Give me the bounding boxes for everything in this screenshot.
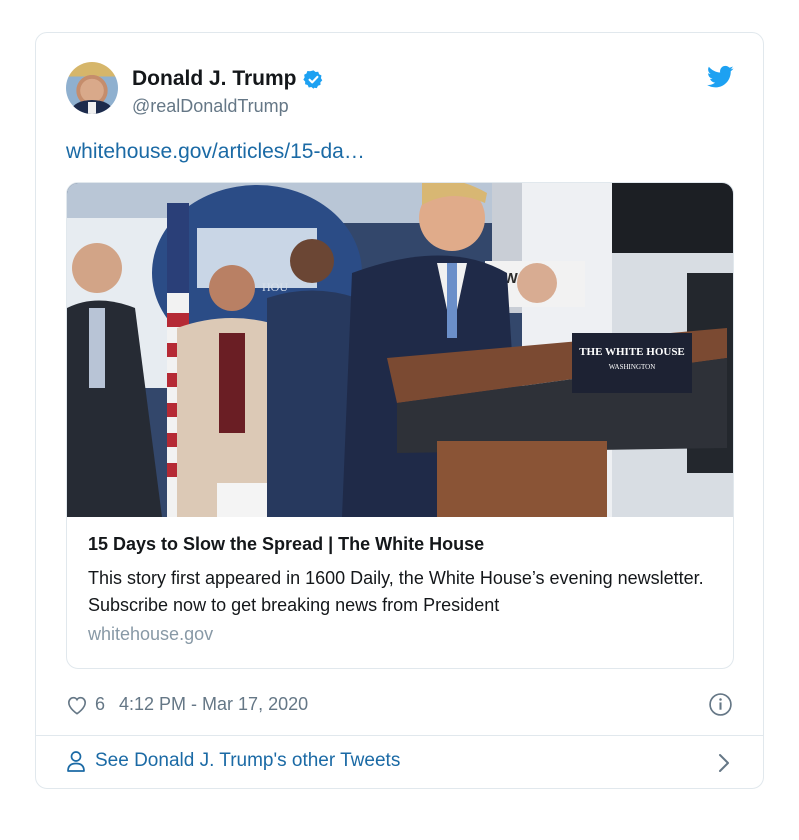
photo-flag-stripe — [167, 313, 189, 327]
card-description[interactable]: This story first appeared in 1600 Daily,… — [88, 565, 712, 619]
avatar-shirt — [88, 102, 96, 114]
photo-camera-rig — [612, 183, 733, 253]
chevron-right-icon[interactable] — [717, 753, 731, 773]
card-image[interactable]: HOU OW — [67, 183, 733, 517]
photo-person-2-blouse — [219, 333, 245, 433]
photo-podium-sign-line2: WASHINGTON — [609, 363, 656, 371]
verified-badge-icon — [302, 69, 322, 89]
photo-person-3-head — [290, 239, 334, 283]
photo-person-4-tie — [447, 263, 457, 338]
embedded-tweet[interactable]: Donald J. Trump @realDonaldTrump whiteho… — [35, 32, 764, 789]
author-display-name[interactable]: Donald J. Trump — [132, 67, 297, 91]
card-body[interactable]: 15 Days to Slow the Spread | The White H… — [67, 517, 733, 645]
article-link[interactable]: whitehouse.gov/articles/15-da… — [66, 140, 365, 164]
photo-person-2-head — [209, 265, 255, 311]
link-preview-card[interactable]: HOU OW — [66, 182, 734, 669]
see-other-tweets-link[interactable]: See Donald J. Trump's other Tweets — [66, 750, 400, 772]
author-name-row[interactable]: Donald J. Trump — [132, 67, 324, 91]
press-briefing-photo: HOU OW — [67, 183, 733, 517]
tweet-meta: 6 4:12 PM - Mar 17, 2020 — [66, 694, 308, 715]
photo-person-1-shirt — [89, 308, 105, 388]
photo-person-1-head — [72, 243, 122, 293]
photo-flag-canton — [167, 203, 189, 293]
photo-podium-base — [437, 441, 607, 517]
author-handle[interactable]: @realDonaldTrump — [132, 96, 324, 117]
author-block[interactable]: Donald J. Trump @realDonaldTrump — [132, 67, 324, 117]
see-other-tweets-label[interactable]: See Donald J. Trump's other Tweets — [95, 750, 400, 772]
photo-backdrop-text: HOU — [262, 280, 288, 294]
divider — [36, 735, 763, 736]
card-title[interactable]: 15 Days to Slow the Spread | The White H… — [88, 534, 712, 555]
info-icon[interactable] — [708, 692, 733, 717]
card-domain[interactable]: whitehouse.gov — [88, 624, 712, 645]
person-icon — [67, 751, 85, 772]
timestamp[interactable]: 4:12 PM - Mar 17, 2020 — [119, 694, 308, 715]
photo-person-5-head — [517, 263, 557, 303]
photo-podium-sign-line1: THE WHITE HOUSE — [579, 346, 685, 358]
twitter-bird-icon[interactable] — [707, 65, 734, 89]
like-count[interactable]: 6 — [95, 694, 105, 715]
heart-icon[interactable] — [66, 695, 88, 715]
avatar[interactable] — [66, 62, 118, 114]
